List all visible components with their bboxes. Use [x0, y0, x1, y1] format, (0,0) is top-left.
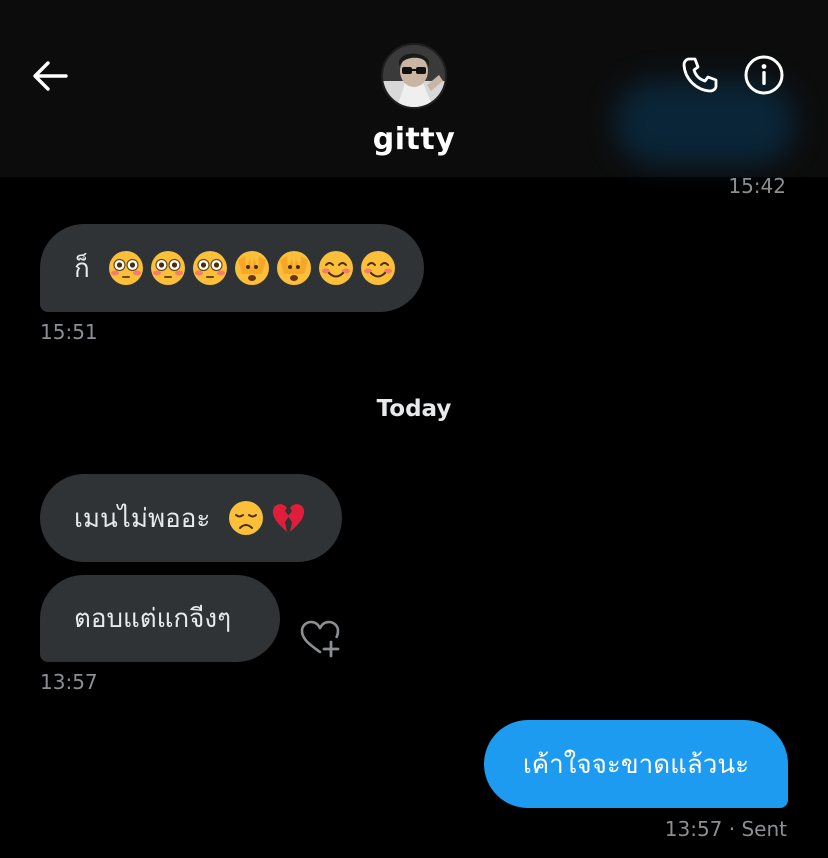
smiling-face-icon — [318, 251, 353, 285]
day-separator: Today — [376, 396, 452, 422]
arrow-left-icon — [33, 61, 68, 91]
message-content: ก็ — [74, 248, 396, 289]
face-with-hand-over-eyes-icon — [276, 251, 311, 285]
call-button[interactable] — [678, 53, 722, 97]
message-timestamp: 15:51 — [40, 320, 98, 344]
flushed-face-icon — [150, 251, 185, 285]
message-bubble-incoming[interactable]: เมนไม่พออะ — [40, 474, 342, 562]
flushed-face-icon — [108, 251, 143, 285]
phone-icon — [682, 57, 718, 93]
message-bubble-incoming[interactable]: ก็ — [40, 224, 424, 312]
message-content: เมนไม่พออะ — [74, 498, 306, 539]
broken-heart-icon — [273, 504, 305, 532]
message-status: 13:57 · Sent — [664, 817, 787, 841]
message-bubble-outgoing[interactable]: เค้าใจจะขาดแล้วนะ — [484, 720, 788, 808]
message-text: ตอบแต่แกจีงๆ — [74, 604, 232, 634]
add-reaction-button[interactable] — [298, 620, 342, 658]
contact-name[interactable]: gitty — [0, 122, 828, 157]
conversation-info-button[interactable] — [742, 53, 786, 97]
message-bubble-incoming[interactable]: ตอบแต่แกจีงๆ — [40, 575, 280, 662]
message-text: เค้าใจจะขาดแล้วนะ — [522, 749, 750, 780]
face-with-hand-over-eyes-icon — [234, 251, 269, 285]
message-timestamp: 13:57 — [40, 670, 98, 694]
message-text: เมนไม่พออะ — [74, 503, 211, 534]
conversation-header: gitty — [0, 0, 828, 177]
smiling-face-icon — [360, 251, 395, 285]
heart-plus-icon — [300, 620, 340, 658]
flushed-face-icon — [192, 251, 227, 285]
message-text: ก็ — [74, 253, 90, 284]
avatar[interactable] — [381, 43, 447, 109]
avatar-image — [383, 45, 445, 107]
message-timestamp: 15:42 — [728, 174, 786, 198]
info-icon — [744, 55, 784, 95]
back-button[interactable] — [28, 56, 72, 96]
disappointed-face-icon — [229, 501, 264, 535]
